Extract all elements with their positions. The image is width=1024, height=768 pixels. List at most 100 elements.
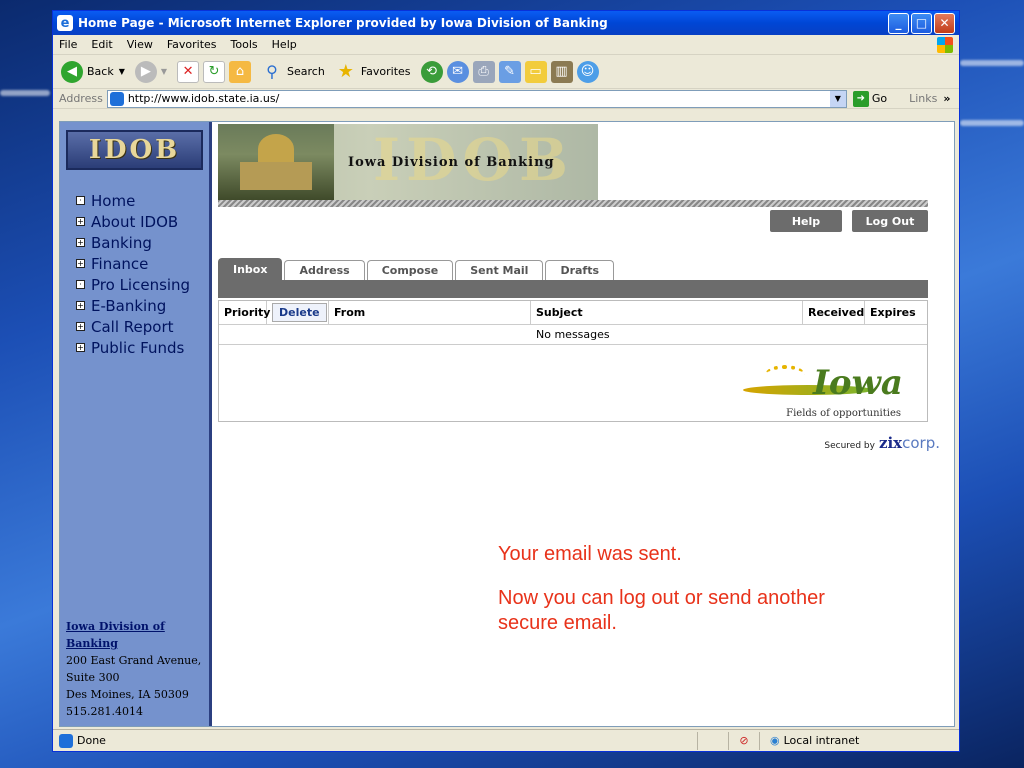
refresh-icon[interactable]: ↻ bbox=[203, 60, 226, 83]
back-button[interactable]: ◀ Back ▼ bbox=[61, 60, 125, 83]
nav-item-e-banking[interactable]: + E-Banking bbox=[76, 295, 209, 316]
stop-icon[interactable]: ✕ bbox=[177, 60, 200, 83]
nav-item-label: Finance bbox=[91, 254, 149, 273]
forward-dropdown-icon[interactable]: ▼ bbox=[161, 67, 167, 76]
maximize-button[interactable]: □ bbox=[911, 12, 932, 34]
research-icon[interactable]: ▥ bbox=[550, 60, 573, 83]
close-button[interactable]: ✕ bbox=[934, 12, 955, 34]
col-from[interactable]: From bbox=[329, 301, 531, 324]
address-url: http://www.idob.state.ia.us/ bbox=[127, 92, 280, 105]
zone-label: Local intranet bbox=[783, 734, 860, 747]
back-label: Back bbox=[87, 65, 114, 78]
col-expires[interactable]: Expires bbox=[865, 301, 927, 324]
popup-blocked-icon[interactable]: ⊘ bbox=[729, 734, 759, 747]
nav-item-public-funds[interactable]: + Public Funds bbox=[76, 337, 209, 358]
address-dropdown-icon[interactable]: ▼ bbox=[829, 90, 846, 107]
table-header: Priority Delete From Subject Received Ex… bbox=[219, 301, 927, 325]
col-priority[interactable]: Priority bbox=[219, 301, 270, 324]
messenger-icon[interactable]: ☺ bbox=[576, 60, 599, 83]
menu-edit[interactable]: Edit bbox=[91, 38, 112, 51]
sidebar: IDOB · Home + About IDOB + Banking + Finance… bbox=[60, 122, 212, 726]
nav-item-home[interactable]: · Home bbox=[76, 190, 209, 211]
idob-logo[interactable]: IDOB bbox=[66, 130, 203, 170]
title-bar[interactable]: e Home Page - Microsoft Internet Explore… bbox=[53, 11, 959, 35]
contact-block: Iowa Division of Banking 200 East Grand … bbox=[66, 618, 209, 720]
secured-prefix: Secured by bbox=[824, 441, 875, 451]
menu-view[interactable]: View bbox=[127, 38, 153, 51]
page-icon bbox=[109, 91, 124, 106]
status-divider bbox=[759, 731, 760, 750]
favorites-button[interactable]: ★ Favorites bbox=[335, 61, 411, 83]
home-icon[interactable]: ⌂ bbox=[229, 60, 252, 83]
empty-message: No messages bbox=[536, 328, 610, 341]
page-status-icon bbox=[59, 733, 73, 748]
capitol-image bbox=[218, 124, 334, 200]
table-footer: Iowa Fields of opportunities bbox=[219, 345, 927, 421]
forward-button[interactable]: ▶ ▼ bbox=[134, 60, 167, 83]
expand-box-icon: + bbox=[76, 238, 85, 247]
favorites-label: Favorites bbox=[360, 65, 411, 78]
search-icon: ⚲ bbox=[266, 62, 278, 81]
go-arrow-icon: ➜ bbox=[852, 90, 869, 107]
iowa-word: Iowa bbox=[813, 363, 903, 403]
minimize-button[interactable]: _ bbox=[888, 12, 909, 34]
search-label: Search bbox=[287, 65, 325, 78]
nav-item-finance[interactable]: + Finance bbox=[76, 253, 209, 274]
nav-item-label: Call Report bbox=[91, 317, 174, 336]
tab-sent-mail[interactable]: Sent Mail bbox=[455, 260, 544, 280]
address-line-2: Suite 300 bbox=[66, 671, 120, 684]
chevron-right-icon[interactable]: » bbox=[943, 92, 950, 105]
col-delete: Delete bbox=[267, 301, 329, 324]
page-viewport: IDOB · Home + About IDOB + Banking + Finance… bbox=[59, 121, 955, 727]
tab-inbox[interactable]: Inbox bbox=[218, 258, 283, 280]
delete-button[interactable]: Delete bbox=[272, 303, 327, 322]
history-icon[interactable]: ⟲ bbox=[420, 60, 443, 83]
help-button[interactable]: Help bbox=[770, 210, 842, 232]
search-button[interactable]: ⚲ Search bbox=[261, 61, 325, 83]
address-input[interactable]: http://www.idob.state.ia.us/ ▼ bbox=[106, 89, 847, 108]
menu-file[interactable]: File bbox=[59, 38, 77, 51]
nav-item-label: Pro Licensing bbox=[91, 275, 191, 294]
nav-item-about[interactable]: + About IDOB bbox=[76, 211, 209, 232]
nav-item-banking[interactable]: + Banking bbox=[76, 232, 209, 253]
nav-item-pro-licensing[interactable]: · Pro Licensing bbox=[76, 274, 209, 295]
logout-button[interactable]: Log Out bbox=[852, 210, 928, 232]
nav-item-call-report[interactable]: + Call Report bbox=[76, 316, 209, 337]
print-icon[interactable]: ⎙ bbox=[472, 60, 495, 83]
collapse-box-icon: · bbox=[76, 280, 85, 289]
col-received[interactable]: Received bbox=[803, 301, 865, 324]
org-link[interactable]: Iowa Division of Banking bbox=[66, 620, 165, 650]
sent-confirmation: Your email was sent. bbox=[498, 543, 682, 565]
tab-drafts[interactable]: Drafts bbox=[545, 260, 615, 280]
nav-item-label: Home bbox=[91, 191, 136, 210]
mail-tabs: Inbox Address Compose Sent Mail Drafts bbox=[218, 258, 616, 280]
phone-number: 515.281.4014 bbox=[66, 705, 143, 718]
col-subject[interactable]: Subject bbox=[531, 301, 803, 324]
nav-item-label: About IDOB bbox=[91, 212, 179, 231]
secured-by-zix: Secured by zix corp. bbox=[824, 434, 940, 452]
tab-address[interactable]: Address bbox=[284, 260, 365, 280]
go-button[interactable]: ➜ Go bbox=[852, 90, 887, 107]
expand-box-icon: + bbox=[76, 343, 85, 352]
back-arrow-icon: ◀ bbox=[61, 60, 83, 83]
links-button[interactable]: Links bbox=[909, 92, 937, 105]
mail-icon[interactable]: ✉ bbox=[446, 60, 469, 83]
edit-icon[interactable]: ✎ bbox=[498, 60, 521, 83]
intranet-icon: ◉ bbox=[770, 734, 780, 747]
back-dropdown-icon[interactable]: ▼ bbox=[119, 67, 125, 76]
menu-favorites[interactable]: Favorites bbox=[167, 38, 217, 51]
tab-compose[interactable]: Compose bbox=[366, 260, 454, 280]
background-streak bbox=[960, 60, 1024, 66]
address-line-1: 200 East Grand Avenue, bbox=[66, 654, 202, 667]
toolbar: ◀ Back ▼ ▶ ▼ ✕ ↻ ⌂ ⚲ Search ★ Favorites … bbox=[53, 55, 959, 89]
table-row: No messages bbox=[219, 325, 927, 345]
menu-help[interactable]: Help bbox=[272, 38, 297, 51]
folder-icon[interactable]: ▭ bbox=[524, 60, 547, 83]
browser-window: e Home Page - Microsoft Internet Explore… bbox=[52, 10, 960, 752]
menu-tools[interactable]: Tools bbox=[231, 38, 258, 51]
capitol-base bbox=[240, 162, 312, 190]
zix-suffix: corp. bbox=[902, 434, 940, 452]
expand-box-icon: + bbox=[76, 301, 85, 310]
banner-title: Iowa Division of Banking bbox=[348, 154, 555, 170]
next-step-line-1: Now you can log out or send another bbox=[498, 587, 825, 609]
